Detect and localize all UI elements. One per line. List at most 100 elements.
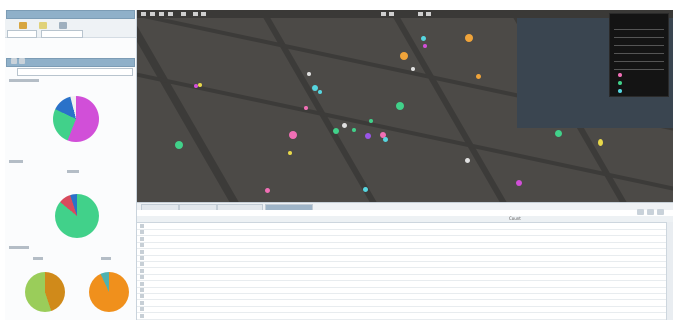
- export-icon[interactable]: [637, 209, 644, 215]
- save-icon[interactable]: [39, 22, 47, 29]
- legend-item-5[interactable]: [614, 57, 664, 62]
- map-marker[interactable]: [318, 90, 322, 94]
- map-marker[interactable]: [363, 187, 368, 192]
- table-cell: [151, 256, 183, 260]
- map-marker[interactable]: [369, 119, 373, 123]
- row-checkbox[interactable]: [140, 300, 144, 305]
- map-marker[interactable]: [411, 67, 415, 71]
- remove-chart-icon[interactable]: [19, 58, 25, 64]
- map-view[interactable]: [137, 10, 673, 202]
- row-checkbox[interactable]: [140, 224, 144, 228]
- layer-select[interactable]: [7, 30, 37, 38]
- map-marker[interactable]: [307, 72, 311, 76]
- legend-item-3[interactable]: [614, 41, 664, 46]
- zoom-in-icon[interactable]: [159, 12, 164, 16]
- row-checkbox[interactable]: [140, 230, 144, 235]
- print-icon[interactable]: [201, 12, 206, 16]
- table-cell: [479, 314, 493, 318]
- map-marker[interactable]: [516, 180, 522, 186]
- refresh-icon[interactable]: [426, 12, 431, 16]
- legend-item-6[interactable]: [614, 65, 664, 70]
- table-row[interactable]: [137, 313, 673, 320]
- row-checkbox[interactable]: [140, 236, 144, 241]
- legend-item-4[interactable]: [614, 49, 664, 54]
- map-marker[interactable]: [304, 106, 308, 110]
- settings-icon[interactable]: [59, 22, 67, 29]
- select-icon[interactable]: [181, 12, 186, 16]
- refresh-table-icon[interactable]: [647, 209, 654, 215]
- table-cell: [563, 301, 609, 305]
- table-cell: [417, 307, 437, 311]
- map-legend: [609, 13, 669, 97]
- chart-dropdown[interactable]: [17, 68, 133, 76]
- legend-item-7[interactable]: [614, 73, 664, 77]
- chart1-label: [9, 79, 39, 82]
- row-checkbox[interactable]: [140, 288, 144, 292]
- table-cell: [151, 275, 183, 279]
- row-checkbox[interactable]: [140, 262, 144, 267]
- row-checkbox[interactable]: [140, 307, 144, 312]
- layers-icon[interactable]: [381, 12, 386, 16]
- row-checkbox[interactable]: [140, 256, 144, 260]
- pointer-icon[interactable]: [141, 12, 146, 16]
- folder-icon[interactable]: [19, 22, 27, 29]
- legend-item-1[interactable]: [614, 25, 664, 30]
- row-checkbox[interactable]: [140, 268, 144, 273]
- map-marker[interactable]: [465, 158, 470, 163]
- filter-select[interactable]: [41, 30, 83, 38]
- table-scrollbar[interactable]: [666, 222, 673, 320]
- map-marker[interactable]: [423, 44, 427, 48]
- grid-icon[interactable]: [389, 12, 394, 16]
- map-marker[interactable]: [333, 128, 339, 134]
- map-marker[interactable]: [400, 52, 408, 60]
- map-marker[interactable]: [265, 188, 270, 193]
- table-cell: [259, 275, 305, 279]
- zoom-out-icon[interactable]: [168, 12, 173, 16]
- table-cell: [479, 301, 493, 305]
- table-cell: [417, 250, 437, 254]
- map-marker[interactable]: [465, 34, 473, 42]
- table-cell: [507, 243, 527, 247]
- pan-icon[interactable]: [150, 12, 155, 16]
- table-cell: [151, 288, 183, 292]
- map-marker[interactable]: [365, 133, 371, 139]
- table-cell: [563, 237, 609, 241]
- map-marker[interactable]: [342, 123, 347, 128]
- table-cell: [259, 250, 305, 254]
- map-marker[interactable]: [312, 85, 318, 91]
- data-table: Count: [137, 209, 673, 320]
- fullscreen-icon[interactable]: [418, 12, 423, 16]
- add-chart-icon[interactable]: [11, 58, 17, 64]
- map-marker[interactable]: [396, 102, 404, 110]
- row-checkbox[interactable]: [140, 243, 144, 248]
- table-cell: [563, 282, 609, 286]
- table-cell: [151, 294, 183, 298]
- row-checkbox[interactable]: [140, 281, 144, 286]
- chart2-label: [9, 160, 23, 163]
- row-checkbox[interactable]: [140, 294, 144, 299]
- row-checkbox[interactable]: [140, 275, 144, 280]
- legend-item-9[interactable]: [614, 89, 664, 93]
- map-marker[interactable]: [352, 128, 356, 132]
- legend-item-8[interactable]: [614, 81, 664, 85]
- table-cell: [417, 294, 437, 298]
- row-checkbox[interactable]: [140, 249, 144, 254]
- map-marker[interactable]: [383, 137, 388, 142]
- clear-table-icon[interactable]: [657, 209, 664, 215]
- legend-item-2[interactable]: [614, 33, 664, 38]
- row-checkbox[interactable]: [140, 313, 144, 318]
- map-marker[interactable]: [175, 141, 183, 149]
- table-cell: [563, 262, 609, 266]
- column-header[interactable]: Count: [509, 217, 521, 221]
- table-cell: [259, 224, 305, 228]
- map-marker[interactable]: [421, 36, 426, 41]
- map-marker[interactable]: [198, 83, 202, 87]
- measure-icon[interactable]: [193, 12, 198, 16]
- map-marker[interactable]: [555, 130, 562, 137]
- map-marker[interactable]: [476, 74, 481, 79]
- table-cell: [479, 243, 493, 247]
- map-marker[interactable]: [289, 131, 297, 139]
- map-marker[interactable]: [288, 151, 292, 155]
- table-cell: [563, 294, 609, 298]
- map-marker[interactable]: [598, 139, 603, 146]
